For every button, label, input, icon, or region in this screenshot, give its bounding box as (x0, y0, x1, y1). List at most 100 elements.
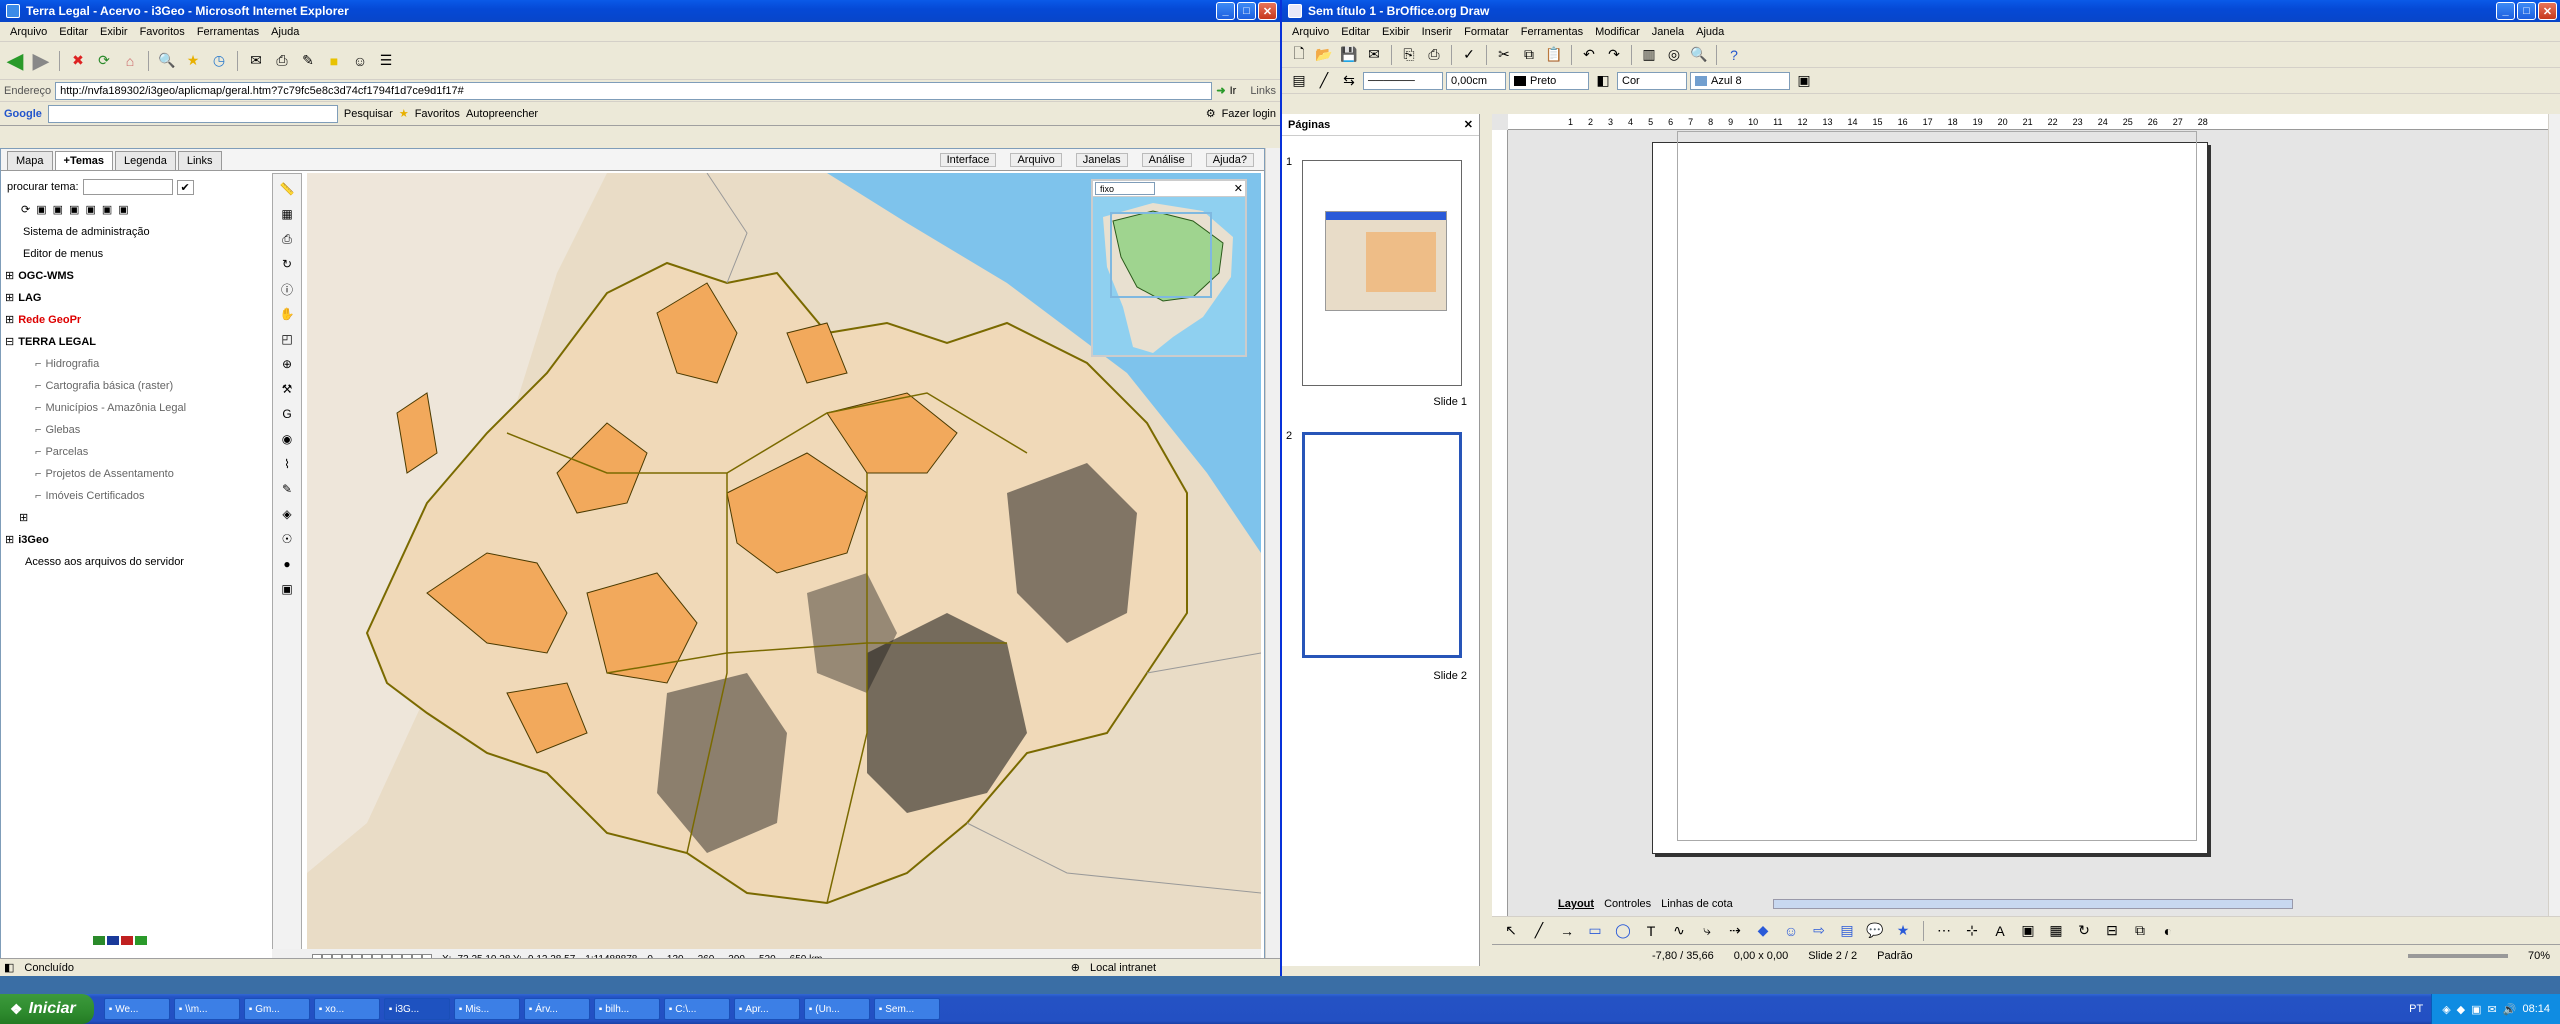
mail-icon[interactable]: ✉ (245, 50, 267, 72)
tree-item-admin[interactable]: Sistema de administração (5, 221, 267, 243)
tree-subitem[interactable]: ⌐ Imóveis Certificados (5, 485, 267, 507)
tree-item-menus[interactable]: Editor de menus (5, 243, 267, 265)
task-button[interactable]: ▪ bilh... (593, 998, 660, 1020)
alignment-icon[interactable]: ⊟ (2101, 920, 2123, 942)
callouts-icon[interactable]: 💬 (1864, 920, 1886, 942)
camera-icon[interactable]: ▣ (276, 578, 298, 600)
google-favorites[interactable]: Favoritos (415, 108, 460, 120)
expand-icon[interactable]: ⊞ (5, 309, 14, 331)
minimize-button[interactable]: _ (2496, 2, 2515, 20)
language-indicator[interactable]: PT (2401, 1003, 2431, 1015)
back-icon[interactable]: ◀ (4, 48, 26, 73)
menu-editar[interactable]: Editar (1335, 26, 1376, 38)
menu-janela[interactable]: Janela (1646, 26, 1690, 38)
open-icon[interactable]: 📂 (1313, 44, 1335, 66)
research-icon[interactable]: ☰ (375, 50, 397, 72)
menu-ajuda-i3geo[interactable]: Ajuda? (1205, 153, 1254, 167)
map-canvas[interactable]: fixo ✕ (307, 173, 1261, 951)
menu-arquivo-i3geo[interactable]: Arquivo (1010, 153, 1062, 167)
copy-icon[interactable]: ⧉ (1518, 44, 1540, 66)
print-icon[interactable]: ⎙ (1423, 44, 1445, 66)
tree-item-i3geo[interactable]: ⊞ i3Geo (5, 529, 267, 551)
tab-temas[interactable]: +Temas (54, 151, 113, 170)
ruler-icon[interactable]: 📏 (276, 178, 298, 200)
menu-ferramentas[interactable]: Ferramentas (191, 26, 265, 38)
pan-icon[interactable]: ✋ (276, 303, 298, 325)
stars-icon[interactable]: ★ (1892, 920, 1914, 942)
tray-icon[interactable]: ◆ (2457, 1003, 2465, 1016)
rotate-tool-icon[interactable]: ↻ (2073, 920, 2095, 942)
drawing-area[interactable]: 1 2 3 4 5 6 7 8 9 10 11 12 13 14 15 16 17 18 19 20 21 22 23 24 2… (1492, 114, 2560, 966)
draw-titlebar[interactable]: Sem título 1 - BrOffice.org Draw _ □ ✕ (1282, 0, 2560, 22)
rotate-icon[interactable]: ↻ (276, 253, 298, 275)
close-button[interactable]: ✕ (1258, 2, 1277, 20)
redo-icon[interactable]: ↷ (1603, 44, 1625, 66)
collapse-icon[interactable]: ⊟ (5, 331, 14, 353)
select-arrow-icon[interactable]: ↖ (1500, 920, 1522, 942)
expand-icon[interactable]: ⊞ (5, 265, 14, 287)
tray-icon[interactable]: 🔊 (2503, 1003, 2517, 1016)
web-icon[interactable]: ☉ (276, 528, 298, 550)
tree-subitem[interactable]: ⌐ Municípios - Amazônia Legal (5, 397, 267, 419)
menu-inserir[interactable]: Inserir (1416, 26, 1459, 38)
zoom-readout[interactable]: 70% (2528, 950, 2550, 962)
tree-tool-icon[interactable]: ▣ (102, 199, 112, 221)
tree-tool-icon[interactable]: ▣ (85, 199, 95, 221)
google-search-input[interactable] (47, 104, 338, 123)
menu-analise[interactable]: Análise (1141, 153, 1192, 167)
flag-it-icon[interactable] (135, 936, 147, 945)
record-icon[interactable]: ● (276, 553, 298, 575)
email-icon[interactable]: ✉ (1363, 44, 1385, 66)
save-icon[interactable]: 💾 (1338, 44, 1360, 66)
edit-icon[interactable]: ✎ (297, 50, 319, 72)
tree-item-ogc[interactable]: ⊞ OGC-WMS (5, 265, 267, 287)
ie-scrollbar[interactable] (1265, 148, 1280, 970)
tree-tool-icon[interactable]: ▣ (69, 199, 79, 221)
menu-exibir[interactable]: Exibir (1376, 26, 1416, 38)
search-theme-button[interactable]: ✔ (176, 179, 194, 195)
tree-item-geopr[interactable]: ⊞ Rede GeoPr (5, 309, 267, 331)
undo-icon[interactable]: ↶ (1578, 44, 1600, 66)
google-search-button[interactable]: Pesquisar (344, 108, 393, 120)
task-button[interactable]: ▪ i3G... (383, 998, 450, 1020)
tray-icon[interactable]: ◈ (2442, 1003, 2450, 1016)
menu-ajuda[interactable]: Ajuda (265, 26, 305, 38)
tab-legenda[interactable]: Legenda (115, 151, 176, 170)
menu-exibir[interactable]: Exibir (94, 26, 134, 38)
tree-item-lag[interactable]: ⊞ LAG (5, 287, 267, 309)
tree-item-terra[interactable]: ⊟ TERRA LEGAL (5, 331, 267, 353)
go-arrow-icon[interactable]: ➜ (1216, 84, 1225, 97)
google-login[interactable]: Fazer login (1222, 108, 1276, 120)
menu-interface[interactable]: Interface (939, 153, 997, 167)
tree-subitem[interactable]: ⌐ Cartografia básica (raster) (5, 375, 267, 397)
line-style-select[interactable]: ────── (1363, 71, 1443, 90)
new-icon[interactable]: 🗋 (1288, 44, 1310, 66)
clock[interactable]: 08:14 (2522, 1003, 2550, 1015)
search-theme-input[interactable] (82, 179, 173, 195)
zoom-slider[interactable] (2407, 953, 2508, 958)
start-button[interactable]: ❖ Iniciar (0, 994, 94, 1024)
tree-tool-icon[interactable]: ▣ (36, 199, 46, 221)
line-tool-icon[interactable]: ╱ (1528, 920, 1550, 942)
line-icon[interactable]: ╱ (1313, 70, 1335, 92)
tab-layout[interactable]: Layout (1558, 898, 1594, 910)
tree-add[interactable]: ⊞ (5, 507, 267, 529)
zoom-icon[interactable]: 🔍 (1688, 44, 1710, 66)
flag-br-icon[interactable] (93, 936, 105, 945)
flag-es-icon[interactable] (121, 936, 133, 945)
basic-shapes-icon[interactable]: ◆ (1752, 920, 1774, 942)
area-icon[interactable]: ▦ (276, 203, 298, 225)
menu-ferramentas[interactable]: Ferramentas (1515, 26, 1589, 38)
fill-type-select[interactable]: Cor (1617, 71, 1687, 90)
points-icon[interactable]: ⋯ (1933, 920, 1955, 942)
task-button[interactable]: ▪ Mis... (453, 998, 520, 1020)
menu-favoritos[interactable]: Favoritos (134, 26, 191, 38)
tab-links[interactable]: Links (177, 151, 222, 170)
history-icon[interactable]: ◷ (208, 50, 230, 72)
folder-icon[interactable]: ■ (323, 50, 345, 72)
from-file-icon[interactable]: ▣ (2017, 920, 2039, 942)
stop-icon[interactable]: ✖ (67, 50, 89, 72)
tab-mapa[interactable]: Mapa (7, 151, 53, 170)
task-button[interactable]: ▪ (Un... (803, 998, 870, 1020)
tree-item-server[interactable]: Acesso aos arquivos do servidor (5, 551, 267, 573)
